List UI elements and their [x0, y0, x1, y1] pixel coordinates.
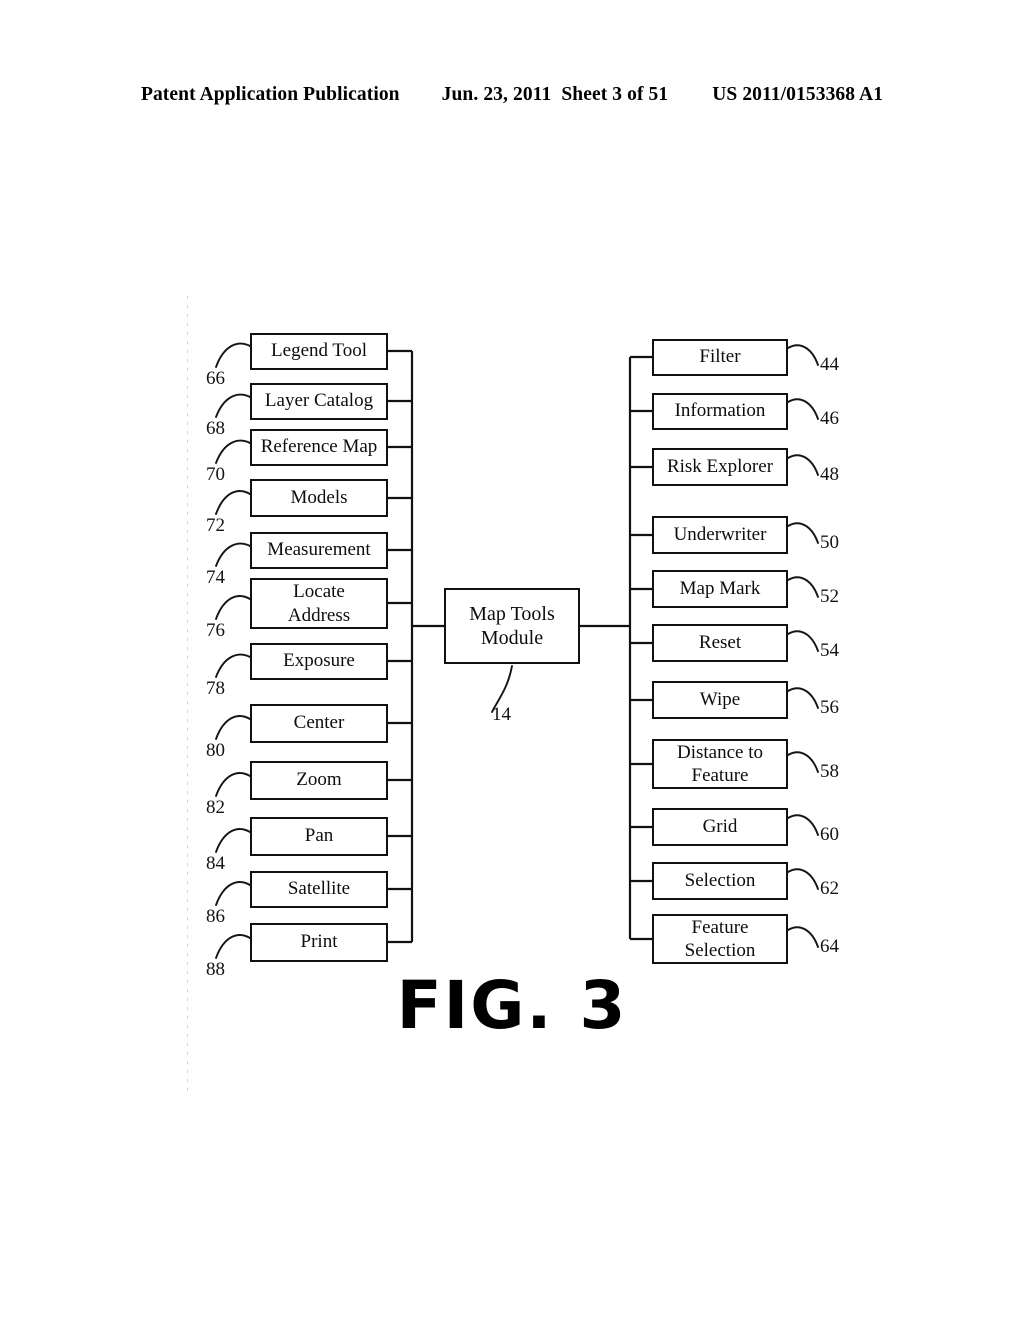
node-feature-selection[interactable]: Feature Selection — [652, 914, 788, 964]
ref-numeral-58: 58 — [820, 761, 839, 782]
node-label: Filter — [699, 346, 741, 368]
node-selection[interactable]: Selection — [652, 862, 788, 900]
node-label: Underwriter — [673, 523, 767, 545]
ref-numeral-80: 80 — [206, 740, 225, 761]
node-center-tool[interactable]: Center — [250, 704, 388, 743]
ref-numeral-52: 52 — [820, 586, 839, 607]
ref-numeral-62: 62 — [820, 878, 839, 899]
node-layer-catalog[interactable]: Layer Catalog — [250, 383, 388, 420]
node-label: Reset — [698, 631, 742, 653]
ref-numeral-56: 56 — [820, 697, 839, 718]
node-label: Map Mark — [679, 577, 761, 599]
node-label: Print — [300, 931, 338, 953]
ref-numeral-72: 72 — [206, 515, 225, 536]
node-risk-explorer[interactable]: Risk Explorer — [652, 448, 788, 486]
node-label: Information — [674, 400, 766, 422]
node-label: Distance to Feature — [676, 741, 763, 786]
node-measurement[interactable]: Measurement — [250, 532, 388, 569]
node-pan[interactable]: Pan — [250, 817, 388, 856]
node-label: Pan — [304, 825, 334, 847]
node-grid[interactable]: Grid — [652, 808, 788, 846]
node-models[interactable]: Models — [250, 479, 388, 517]
node-locate-address[interactable]: Locate Address — [250, 578, 388, 629]
ref-numeral-46: 46 — [820, 408, 839, 429]
node-reset[interactable]: Reset — [652, 624, 788, 662]
node-legend-tool[interactable]: Legend Tool — [250, 333, 388, 370]
node-filter[interactable]: Filter — [652, 339, 788, 376]
ref-numeral-84: 84 — [206, 853, 225, 874]
ref-numeral-70: 70 — [206, 464, 225, 485]
node-map-tools-module[interactable]: Map Tools Module — [444, 588, 580, 664]
ref-numeral-64: 64 — [820, 936, 839, 957]
node-print[interactable]: Print — [250, 923, 388, 962]
node-label: Feature Selection — [684, 916, 756, 961]
ref-numeral-60: 60 — [820, 824, 839, 845]
figure-3-diagram: Legend Tool Layer Catalog Reference Map … — [0, 0, 1024, 1320]
node-label: Reference Map — [260, 436, 378, 458]
node-label: Grid — [702, 815, 738, 837]
node-label: Locate Address — [287, 581, 351, 626]
ref-numeral-48: 48 — [820, 464, 839, 485]
node-label: Legend Tool — [271, 340, 367, 362]
ref-numeral-14: 14 — [492, 704, 511, 725]
node-wipe[interactable]: Wipe — [652, 681, 788, 719]
node-label: Zoom — [296, 769, 342, 791]
figure-caption: FIG. 3 — [0, 967, 1024, 1044]
node-label: Models — [290, 486, 348, 508]
node-label: Risk Explorer — [666, 455, 774, 477]
node-reference-map[interactable]: Reference Map — [250, 429, 388, 466]
ref-numeral-78: 78 — [206, 678, 225, 699]
ref-numeral-86: 86 — [206, 906, 225, 927]
node-exposure[interactable]: Exposure — [250, 643, 388, 680]
node-information[interactable]: Information — [652, 393, 788, 430]
figure-caption-prefix: FIG. — [396, 967, 554, 1044]
ref-numeral-54: 54 — [820, 640, 839, 661]
node-label: Map Tools Module — [469, 602, 555, 649]
node-label: Center — [293, 712, 345, 734]
node-map-mark[interactable]: Map Mark — [652, 570, 788, 608]
figure-caption-number: 3 — [579, 967, 628, 1044]
node-label: Exposure — [283, 650, 355, 672]
node-satellite[interactable]: Satellite — [250, 871, 388, 908]
node-label: Selection — [684, 869, 756, 891]
ref-numeral-50: 50 — [820, 532, 839, 553]
node-label: Measurement — [267, 539, 371, 561]
node-distance-to-feature[interactable]: Distance to Feature — [652, 739, 788, 789]
ref-numeral-44: 44 — [820, 354, 839, 375]
ref-numeral-74: 74 — [206, 567, 225, 588]
node-label: Satellite — [287, 878, 351, 900]
node-label: Layer Catalog — [264, 390, 374, 412]
node-label: Wipe — [699, 688, 741, 710]
node-zoom[interactable]: Zoom — [250, 761, 388, 800]
ref-numeral-76: 76 — [206, 620, 225, 641]
ref-numeral-82: 82 — [206, 797, 225, 818]
patent-figure-page: Patent Application Publication Jun. 23, … — [0, 0, 1024, 1320]
ref-numeral-66: 66 — [206, 368, 225, 389]
ref-numeral-68: 68 — [206, 418, 225, 439]
node-underwriter[interactable]: Underwriter — [652, 516, 788, 554]
